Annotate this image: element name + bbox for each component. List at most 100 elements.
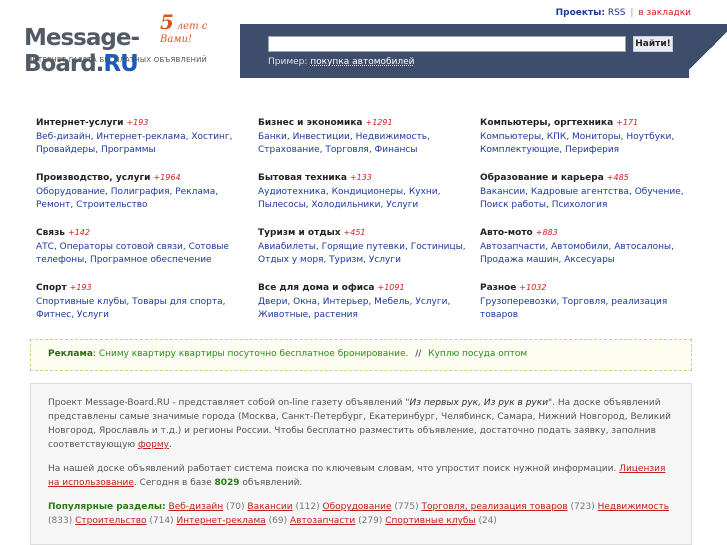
- category-links[interactable]: Спортивные клубы, Товары для спорта, Фит…: [36, 296, 248, 322]
- nav-rss-link[interactable]: RSS: [608, 8, 626, 18]
- popular-count: (69): [268, 516, 288, 526]
- search-example-label: Пример:: [268, 57, 308, 67]
- category-business: Бизнес и экономика +1291 Банки, Инвестици…: [258, 116, 470, 157]
- about-text: объявлений.: [242, 478, 303, 488]
- nav-separator: |: [630, 8, 634, 18]
- popular-count: (279): [358, 516, 383, 526]
- category-links[interactable]: Автозапчасти, Автомобили, Автосалоны, Пр…: [480, 241, 692, 267]
- popular-count: (775): [394, 502, 419, 512]
- about-text: .: [168, 440, 172, 450]
- popular-link[interactable]: Торговля, реализация товаров: [421, 502, 567, 512]
- category-misc: Разное +1032 Грузоперевозки, Торговля, ре…: [480, 281, 692, 322]
- popular-link[interactable]: Недвижимость: [598, 502, 669, 512]
- popular-item: Строительство (714): [75, 516, 174, 526]
- about-paragraph-2: На нашей доске объявлений работает систе…: [48, 462, 677, 490]
- category-title[interactable]: Все для дома и офиса: [258, 283, 375, 293]
- category-title[interactable]: Связь: [36, 228, 65, 238]
- category-title[interactable]: Компьютеры, оргтехника: [480, 118, 613, 128]
- category-title[interactable]: Разное: [480, 283, 516, 293]
- form-link[interactable]: форму: [138, 440, 169, 450]
- category-count: +193: [69, 283, 92, 292]
- category-links[interactable]: Вакансии, Кадровые агентства, Обучение, …: [480, 186, 692, 212]
- popular-count: (833): [48, 516, 73, 526]
- category-count: +485: [606, 173, 629, 182]
- category-communications: Связь +142 АТС, Операторы сотовой связи, …: [36, 226, 248, 267]
- category-count: +1032: [519, 283, 547, 292]
- category-count: +142: [68, 228, 90, 237]
- popular-link[interactable]: Строительство: [75, 516, 146, 526]
- about-paragraph-1: Проект Message-Board.RU - представляет с…: [48, 396, 677, 452]
- search-example-link[interactable]: покупка автомобилей: [310, 57, 414, 67]
- nav-bookmarks-link[interactable]: в закладки: [638, 8, 691, 18]
- popular-link[interactable]: Веб-дизайн: [169, 502, 224, 512]
- category-count: +1964: [153, 173, 181, 182]
- category-title[interactable]: Бизнес и экономика: [258, 118, 363, 128]
- about-box: Проект Message-Board.RU - представляет с…: [30, 383, 692, 545]
- category-production: Производство, услуги +1964 Оборудование, …: [36, 171, 248, 212]
- category-title[interactable]: Авто-мото: [480, 228, 533, 238]
- ad-link-dishes[interactable]: Куплю посуда оптом: [428, 349, 527, 359]
- category-title[interactable]: Образование и карьера: [480, 173, 604, 183]
- ad-link-apartment[interactable]: Сниму квартиру квартиры посуточно беспла…: [99, 349, 409, 359]
- category-count: +1091: [377, 283, 405, 292]
- category-links[interactable]: Аудиотехника, Кондиционеры, Кухни, Пылес…: [258, 186, 470, 212]
- category-links[interactable]: АТС, Операторы сотовой связи, Сотовые те…: [36, 241, 248, 267]
- popular-count: (714): [149, 516, 174, 526]
- category-links[interactable]: Авиабилеты, Горящие путевки, Гостиницы, …: [258, 241, 470, 267]
- logo-tagline: ИНТЕРНЕТ-ГАЗЕТА БЕСПЛАТНЫХ ОБЪЯВЛЕНИЙ: [27, 56, 207, 64]
- search-button[interactable]: Найти!: [633, 36, 673, 52]
- logo-tld: RU: [103, 51, 138, 77]
- category-links[interactable]: Компьютеры, КПК, Мониторы, Ноутбуки, Ком…: [480, 131, 692, 157]
- category-count: +1291: [365, 118, 393, 127]
- popular-count: (70): [226, 502, 245, 512]
- category-internet-services: Интернет-услуги +193 Веб-дизайн, Интернет…: [36, 116, 248, 157]
- category-title[interactable]: Бытовая техника: [258, 173, 347, 183]
- search-input[interactable]: [268, 36, 626, 52]
- popular-link[interactable]: Вакансии: [247, 502, 292, 512]
- popular-title: Популярные разделы:: [48, 502, 166, 512]
- ad-separator: //: [415, 349, 422, 359]
- category-links[interactable]: Веб-дизайн, Интернет-реклама, Хостинг, П…: [36, 131, 248, 157]
- category-count: +451: [343, 228, 366, 237]
- popular-item: Интернет-реклама (69): [176, 516, 287, 526]
- category-links[interactable]: Оборудование, Полиграфия, Реклама, Ремон…: [36, 186, 248, 212]
- category-auto-moto: Авто-мото +883 Автозапчасти, Автомобили, …: [480, 226, 692, 267]
- top-nav: Проекты: RSS | в закладки: [556, 8, 691, 18]
- popular-count: (723): [570, 502, 595, 512]
- category-title[interactable]: Производство, услуги: [36, 173, 151, 183]
- popular-item: Вакансии (112): [247, 502, 319, 512]
- about-quote: Из первых рук, Из рук в руки: [409, 398, 549, 408]
- ad-box: Реклама: Сниму квартиру квартиры посуточ…: [30, 339, 692, 371]
- category-links[interactable]: Двери, Окна, Интерьер, Мебель, Услуги, Ж…: [258, 296, 470, 322]
- ad-label: Реклама: [48, 349, 93, 359]
- site-logo[interactable]: 5 лет с Вами! Message-Board.RU ИНТЕРНЕТ-…: [24, 10, 239, 77]
- popular-item: Веб-дизайн (70): [169, 502, 245, 512]
- category-links[interactable]: Грузоперевозки, Торговля, реализация тов…: [480, 296, 692, 322]
- search-bar-corner: [689, 24, 727, 78]
- category-title[interactable]: Спорт: [36, 283, 67, 293]
- about-text: . Сегодня в базе: [133, 478, 212, 488]
- category-count: +883: [535, 228, 558, 237]
- popular-sections: Популярные разделы: Веб-дизайн (70) Вака…: [48, 500, 677, 528]
- about-text: Проект Message-Board.RU - представляет с…: [48, 398, 410, 408]
- popular-item: Торговля, реализация товаров (723): [421, 502, 594, 512]
- category-count: +171: [616, 118, 639, 127]
- search-example: Пример: покупка автомобилей: [268, 57, 415, 67]
- popular-item: Автозапчасти (279): [290, 516, 382, 526]
- popular-link[interactable]: Спортивные клубы: [385, 516, 475, 526]
- category-title[interactable]: Туризм и отдых: [258, 228, 341, 238]
- popular-item: Спортивные клубы (24): [385, 516, 497, 526]
- category-sport: Спорт +193 Спортивные клубы, Товары для с…: [36, 281, 248, 322]
- category-links[interactable]: Банки, Инвестиции, Недвижимость, Страхов…: [258, 131, 470, 157]
- popular-count: (24): [478, 516, 497, 526]
- category-education: Образование и карьера +485 Вакансии, Кадр…: [480, 171, 692, 212]
- ads-count: 8029: [214, 478, 240, 488]
- popular-link[interactable]: Оборудование: [323, 502, 392, 512]
- popular-count: (112): [295, 502, 320, 512]
- category-computers: Компьютеры, оргтехника +171 Компьютеры, К…: [480, 116, 692, 157]
- category-title[interactable]: Интернет-услуги: [36, 118, 123, 128]
- popular-link[interactable]: Автозапчасти: [290, 516, 355, 526]
- category-count: +133: [349, 173, 372, 182]
- logo-wordmark: Message-Board.RU: [24, 25, 239, 77]
- popular-link[interactable]: Интернет-реклама: [176, 516, 265, 526]
